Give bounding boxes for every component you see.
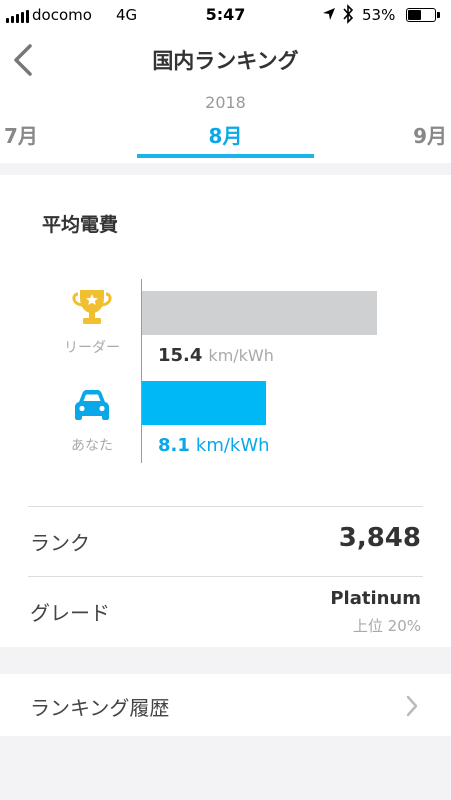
you-label: あなた — [71, 438, 113, 454]
rank-label: ランク — [30, 531, 90, 555]
car-icon — [75, 390, 109, 420]
ranking-card: 平均電費 リーダー あなた 15.4 km/kWh 8.1 km/kWh ランク 3… — [0, 175, 451, 647]
you-bar — [142, 381, 266, 425]
you-unit: km/kWh — [195, 435, 270, 456]
trophy-icon — [72, 290, 112, 324]
tab-current-month[interactable]: 8月 — [0, 120, 451, 149]
divider — [28, 506, 423, 507]
grade-label: グレード — [30, 601, 110, 625]
section-title: 平均電費 — [42, 214, 119, 236]
chevron-right-icon — [406, 695, 418, 717]
rank-value: 3,848 — [338, 523, 421, 553]
active-tab-indicator — [137, 154, 314, 158]
tab-next-month[interactable]: 9月 — [413, 120, 447, 149]
grade-value: Platinum — [330, 588, 421, 609]
leader-unit: km/kWh — [208, 346, 274, 365]
status-bar: docomo 4G 5:47 53% — [0, 0, 451, 30]
ranking-history-row[interactable]: ランキング履歴 — [0, 674, 451, 736]
you-value: 8.1 — [158, 435, 190, 456]
location-arrow-icon — [323, 8, 335, 20]
battery-icon — [406, 8, 440, 22]
page-title: 国内ランキング — [152, 49, 299, 73]
battery-percentage: 53% — [362, 6, 396, 24]
year-label: 2018 — [205, 93, 246, 112]
divider — [28, 576, 423, 577]
bluetooth-icon — [343, 4, 354, 24]
leader-label: リーダー — [64, 340, 120, 356]
navigation-bar: 国内ランキング — [0, 30, 451, 88]
you-value-text: 8.1 km/kWh — [158, 435, 270, 456]
leader-value: 15.4 — [158, 345, 203, 366]
ranking-history-label: ランキング履歴 — [30, 696, 170, 720]
month-selector: 2018 7月 8月 9月 — [0, 88, 451, 163]
leader-value-text: 15.4 km/kWh — [158, 345, 274, 366]
grade-percentile: 上位 20% — [352, 617, 421, 635]
leader-bar — [142, 291, 377, 335]
